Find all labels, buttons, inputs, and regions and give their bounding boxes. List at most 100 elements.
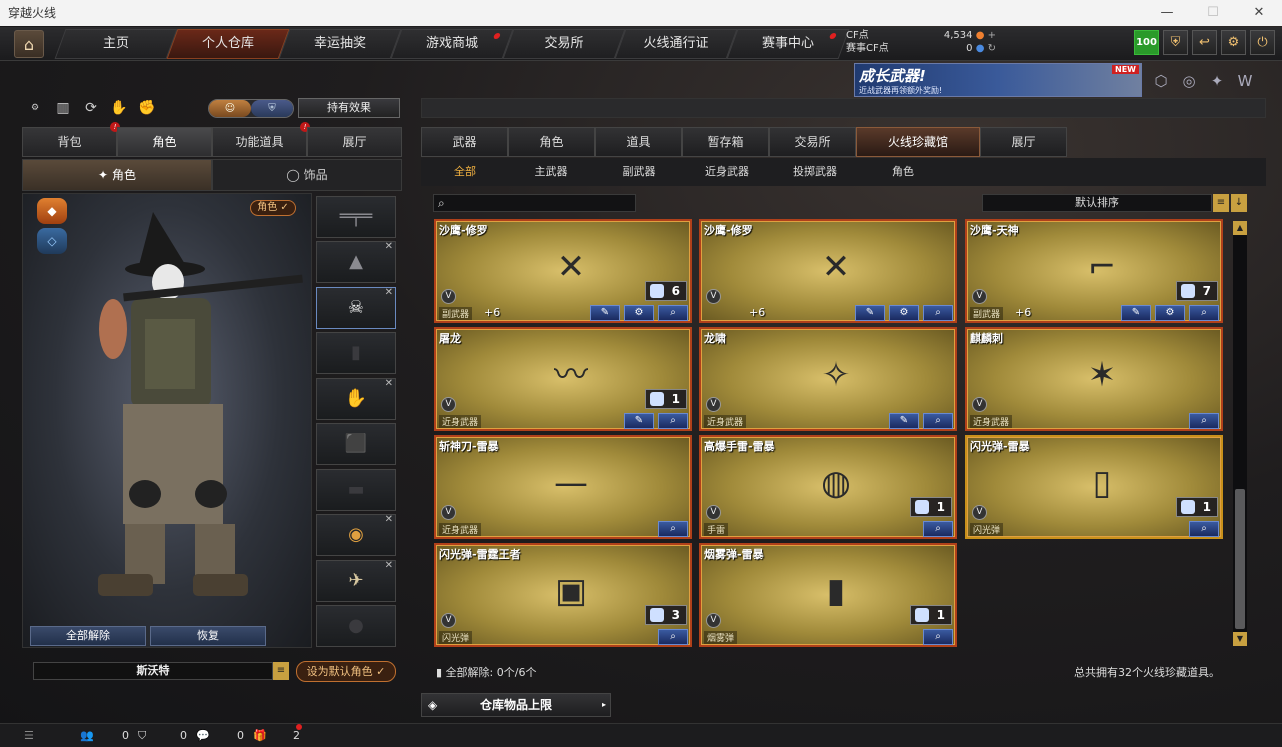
remove-icon[interactable]: ✕ bbox=[385, 241, 393, 252]
gear-icon[interactable]: ⚙ bbox=[1221, 30, 1246, 55]
faction-b-icon[interactable]: ⛨ bbox=[251, 100, 293, 117]
inspect-icon[interactable]: ⌕ bbox=[658, 521, 688, 537]
category-primary[interactable]: 主武器 bbox=[507, 158, 595, 186]
settings-icon[interactable]: ⚙ bbox=[624, 305, 654, 321]
home-icon[interactable]: ⌂ bbox=[14, 30, 44, 58]
add-icon[interactable]: + bbox=[988, 30, 996, 41]
menu-icon[interactable]: ≡ bbox=[273, 662, 289, 680]
nav-tab-pass[interactable]: 火线通行证 bbox=[614, 29, 738, 59]
nav-tab-events[interactable]: 赛事中心 bbox=[726, 29, 850, 59]
item-card[interactable]: 龙啸 ✧ V 近身武器 ⌕ ✎ bbox=[699, 327, 957, 431]
item-card[interactable]: 屠龙〰 V 近身武器 1 ⌕ ✎ bbox=[434, 327, 692, 431]
inspect-icon[interactable]: ⌕ bbox=[923, 629, 953, 645]
equip-slot-accessory[interactable]: ● bbox=[316, 605, 396, 647]
item-card[interactable]: 闪光弹-雷暴 ▯ V 闪光弹 1 ⌕ bbox=[965, 435, 1223, 539]
unequip-all-button[interactable]: 全部解除 bbox=[30, 626, 146, 646]
equip-slot-pants[interactable]: ▬ bbox=[316, 469, 396, 511]
equip-slot-gloves[interactable]: ✋ ✕ bbox=[316, 378, 396, 420]
tab-showroom[interactable]: 展厅 bbox=[307, 127, 402, 157]
category-secondary[interactable]: 副武器 bbox=[595, 158, 683, 186]
equip-slot-body[interactable]: ⬛ bbox=[316, 423, 396, 465]
rotate-icon[interactable]: ⟳ bbox=[80, 97, 102, 119]
friends-icon[interactable]: 👥 bbox=[80, 728, 94, 744]
settings-icon[interactable]: ⚙ bbox=[1155, 305, 1185, 321]
set-default-character-button[interactable]: 设为默认角色 ✓ bbox=[296, 661, 396, 682]
subtab-accessory[interactable]: ◯ 饰品 bbox=[212, 159, 402, 191]
inspect-icon[interactable]: ⌕ bbox=[658, 629, 688, 645]
remove-icon[interactable]: ✕ bbox=[385, 378, 393, 389]
tab-character[interactable]: 角色 bbox=[117, 127, 212, 157]
settings-icon[interactable]: ⚙ bbox=[889, 305, 919, 321]
category-melee[interactable]: 近身武器 bbox=[683, 158, 771, 186]
equip-slot-ring[interactable]: ◉ ✕ bbox=[316, 514, 396, 556]
item-card[interactable]: 麒麟刺 ✶ V 近身武器 ⌕ bbox=[965, 327, 1223, 431]
close-button[interactable]: ✕ bbox=[1236, 0, 1282, 26]
nav-tab-exchange[interactable]: 交易所 bbox=[502, 29, 626, 59]
faction-toggle[interactable]: ☺ ⛨ bbox=[208, 99, 294, 118]
item-card[interactable]: 烟雾弹-雷暴 ▮ V 烟雾弹 1 ⌕ bbox=[699, 543, 957, 647]
scroll-thumb[interactable] bbox=[1235, 489, 1245, 629]
gift-icon[interactable]: 🎁 bbox=[253, 728, 267, 744]
equip-slot-spray[interactable]: ✈ ✕ bbox=[316, 560, 396, 602]
category-throwable[interactable]: 投掷武器 bbox=[771, 158, 859, 186]
clan-shield-icon[interactable]: ⛉ bbox=[138, 728, 146, 744]
inspect-icon[interactable]: ⌕ bbox=[1189, 305, 1219, 321]
tab-items[interactable]: 道具 bbox=[595, 127, 682, 157]
grenade-icon[interactable]: ✦ bbox=[1206, 70, 1228, 92]
list-icon[interactable]: ☰ bbox=[24, 728, 34, 744]
effects-button[interactable]: 持有效果 bbox=[298, 98, 400, 118]
stats-icon[interactable]: ▥ bbox=[52, 97, 74, 119]
inspect-icon[interactable]: ⌕ bbox=[1189, 521, 1219, 537]
promo-banner[interactable]: 成长武器! 近战武器再领额外奖励! NEW bbox=[854, 63, 1142, 97]
tab-weapons[interactable]: 武器 bbox=[421, 127, 508, 157]
modify-icon[interactable]: ✎ bbox=[1121, 305, 1151, 321]
sort-direction-icon[interactable]: ↓ bbox=[1231, 194, 1247, 212]
maximize-button[interactable]: ☐ bbox=[1190, 0, 1236, 26]
equip-slot-vest[interactable]: ▮ bbox=[316, 332, 396, 374]
refresh-icon[interactable]: ↻ bbox=[988, 43, 996, 54]
tab-bag[interactable]: 背包! bbox=[22, 122, 120, 157]
list-view-icon[interactable]: ≡ bbox=[1213, 194, 1229, 212]
remove-icon[interactable]: ✕ bbox=[385, 287, 393, 298]
equip-slot-weapon[interactable]: ═╤═ bbox=[316, 196, 396, 238]
search-input[interactable]: ⌕ bbox=[433, 194, 636, 212]
nav-tab-lottery[interactable]: 幸运抽奖 bbox=[278, 29, 402, 59]
tab-characters[interactable]: 角色 bbox=[508, 127, 595, 157]
nav-tab-shop[interactable]: 游戏商城 bbox=[390, 29, 514, 59]
hand-icon[interactable]: ✊ bbox=[136, 97, 158, 119]
scroll-down-icon[interactable]: ▼ bbox=[1233, 632, 1247, 646]
power-icon[interactable]: ⏻ bbox=[1250, 30, 1275, 55]
inspect-icon[interactable]: ⌕ bbox=[658, 305, 688, 321]
capacity-button[interactable]: ◈ 仓库物品上限 ▸ bbox=[421, 693, 611, 717]
remove-icon[interactable]: ✕ bbox=[385, 560, 393, 571]
nav-tab-home[interactable]: 主页 bbox=[54, 29, 178, 59]
level-badge-icon[interactable]: 100 bbox=[1134, 30, 1159, 55]
item-card[interactable]: 闪光弹-雷霆王者 ▣ V 闪光弹 3 ⌕ bbox=[434, 543, 692, 647]
item-scrollbar[interactable]: ▲ ▼ bbox=[1233, 221, 1247, 646]
tab-exchange[interactable]: 交易所 bbox=[769, 127, 856, 157]
item-card[interactable]: 斩神刀-雷暴 — V 近身武器 ⌕ bbox=[434, 435, 692, 539]
inspect-icon[interactable]: ⌕ bbox=[658, 413, 688, 429]
modify-icon[interactable]: ✎ bbox=[889, 413, 919, 429]
nav-tab-warehouse[interactable]: 个人仓库 bbox=[166, 29, 290, 59]
category-character[interactable]: 角色 bbox=[859, 158, 947, 186]
tab-collection[interactable]: 火线珍藏馆 bbox=[856, 127, 980, 157]
inspect-icon[interactable]: ⌕ bbox=[923, 521, 953, 537]
modify-icon[interactable]: ✎ bbox=[590, 305, 620, 321]
minimize-button[interactable]: — bbox=[1144, 0, 1190, 26]
pose-icon[interactable]: ✋ bbox=[108, 97, 130, 119]
return-icon[interactable]: ↩ bbox=[1192, 30, 1217, 55]
tab-storage[interactable]: 暂存箱 bbox=[682, 127, 769, 157]
faction-a-icon[interactable]: ☺ bbox=[209, 100, 251, 117]
tab-showroom[interactable]: 展厅 bbox=[980, 127, 1067, 157]
item-card[interactable]: 沙鹰-天神 ⌐ V 副武器 +6 7 ⌕ ⚙ ✎ bbox=[965, 219, 1223, 323]
shield-icon[interactable]: ⛨ bbox=[1163, 30, 1188, 55]
equip-slot-mask[interactable]: ☠ ✕ bbox=[316, 287, 396, 329]
sort-dropdown[interactable]: 默认排序 bbox=[982, 194, 1212, 212]
category-all[interactable]: 全部 bbox=[421, 158, 509, 186]
inspect-icon[interactable]: ⌕ bbox=[923, 305, 953, 321]
item-card[interactable]: 沙鹰-修罗 ✕ V +6 ⌕ ⚙ ✎ bbox=[699, 219, 957, 323]
item-card[interactable]: 沙鹰-修罗 ✕ V 副武器 +6 6 ⌕ ⚙ ✎ bbox=[434, 219, 692, 323]
scroll-up-icon[interactable]: ▲ bbox=[1233, 221, 1247, 235]
inspect-icon[interactable]: ⌕ bbox=[923, 413, 953, 429]
